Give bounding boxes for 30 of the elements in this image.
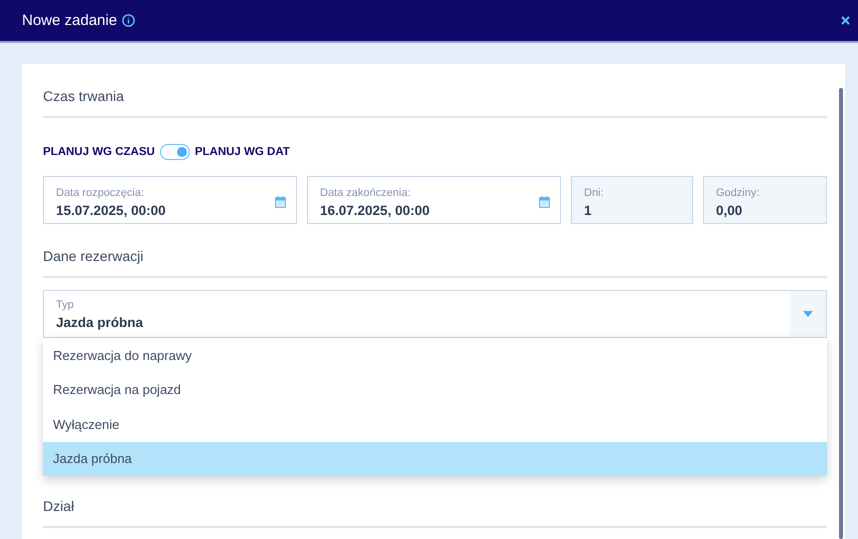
close-button[interactable]: [841, 16, 850, 25]
date-field[interactable]: Data rozpoczęcia: 15.07.2025, 00:00: [43, 176, 297, 224]
type-select[interactable]: Typ Jazda próbna: [43, 290, 827, 338]
caret-icon: [803, 311, 813, 317]
section-heading: Dane rezerwacji: [43, 242, 827, 278]
field-label: Data rozpoczęcia:: [56, 186, 146, 198]
field-label: Godziny:: [716, 186, 760, 198]
date-field[interactable]: Data zakończenia: 16.07.2025, 00:00: [307, 176, 561, 224]
toggle-label: PLANUJ WG CZASU: [43, 146, 155, 158]
scrollbar[interactable]: [839, 88, 843, 539]
field-label: Data zakończenia:: [320, 186, 412, 198]
dropdown-option[interactable]: Wyłączenie: [43, 407, 827, 442]
mode-toggle[interactable]: [160, 144, 190, 160]
section-heading: Czas trwania: [43, 82, 827, 118]
field-value: 0,00: [716, 202, 744, 218]
toggle-label: PLANUJ WG DAT: [194, 146, 290, 158]
dropdown-option[interactable]: Rezerwacja na pojazd: [43, 372, 827, 407]
dropdown-option[interactable]: Jazda próbna: [43, 442, 827, 476]
field-value: 1: [584, 202, 593, 218]
calendar-icon[interactable]: [539, 196, 550, 208]
window-title: Nowe zadanie: [22, 12, 118, 29]
section-heading: Dział: [43, 492, 827, 528]
calendar-icon[interactable]: [275, 196, 286, 208]
field-label: Typ: [56, 298, 75, 310]
field-value: Jazda próbna: [56, 314, 144, 330]
field-value: 16.07.2025, 00:00: [320, 202, 430, 218]
field-label: Dni:: [584, 186, 604, 198]
info-icon[interactable]: [122, 14, 136, 27]
field-value: 15.07.2025, 00:00: [56, 202, 166, 218]
dropdown-option[interactable]: Rezerwacja do naprawy: [43, 338, 827, 372]
